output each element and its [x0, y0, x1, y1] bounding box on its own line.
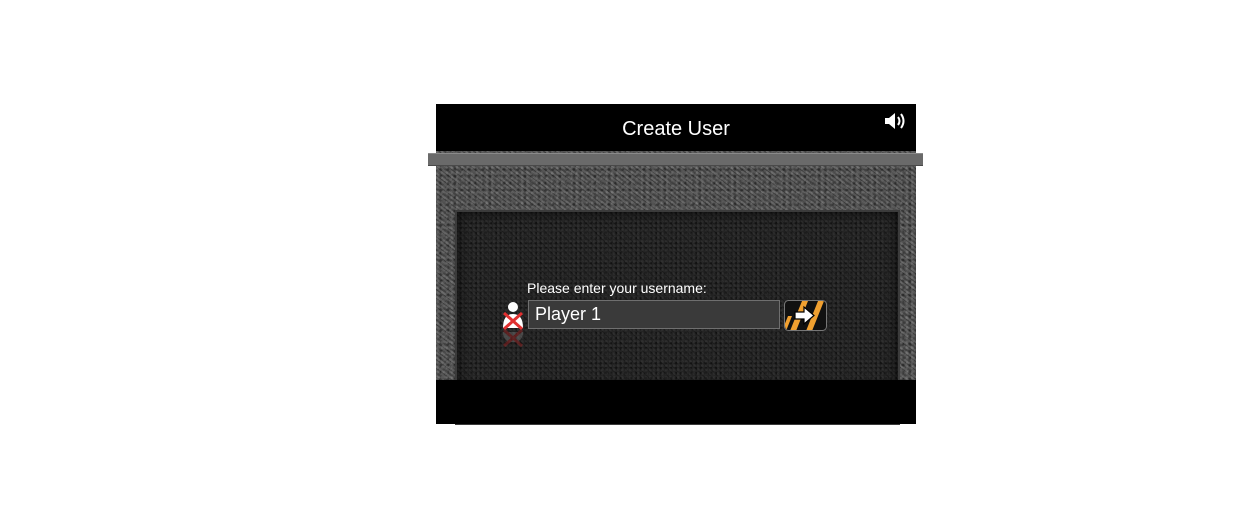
submit-button[interactable] [784, 300, 827, 331]
top-rail [428, 153, 923, 166]
stone-background: Please enter your username: [436, 151, 916, 425]
username-input[interactable] [528, 300, 780, 329]
title-bar: Create User [436, 104, 916, 151]
user-remove-icon[interactable] [500, 300, 526, 330]
username-prompt: Please enter your username: [527, 280, 707, 296]
user-remove-reflection-icon [503, 330, 523, 348]
game-frame: Create User Please enter your username: [428, 104, 923, 425]
page-title: Create User [622, 118, 730, 140]
speaker-icon[interactable] [884, 112, 906, 130]
footer-bar [436, 380, 916, 424]
